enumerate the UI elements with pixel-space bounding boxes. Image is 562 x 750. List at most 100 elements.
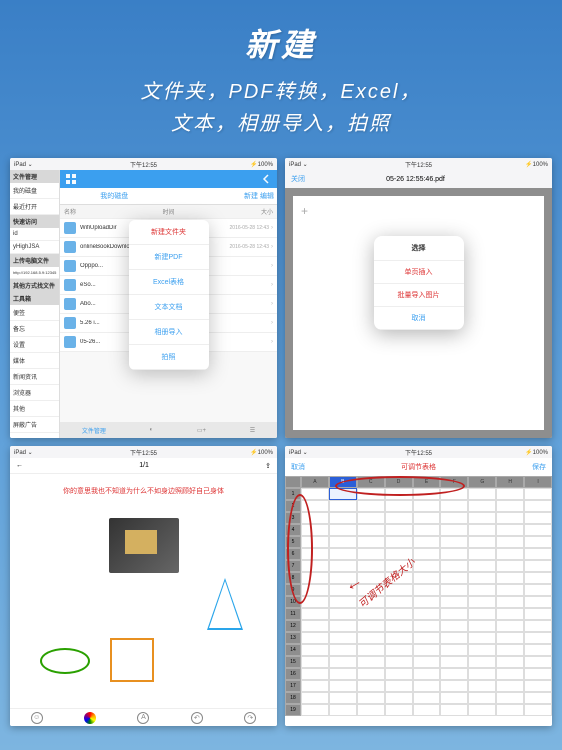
cell[interactable] (524, 620, 552, 632)
cell[interactable] (413, 500, 441, 512)
cell[interactable] (468, 500, 496, 512)
row-header[interactable]: 6 (285, 548, 301, 560)
cell[interactable] (524, 680, 552, 692)
cell[interactable] (357, 668, 385, 680)
cell[interactable] (496, 656, 524, 668)
cell[interactable] (385, 560, 413, 572)
cell[interactable] (301, 656, 329, 668)
col-header[interactable]: A (301, 476, 329, 488)
cell[interactable] (496, 524, 524, 536)
cell[interactable] (440, 500, 468, 512)
row-header[interactable]: 15 (285, 656, 301, 668)
tab-actions[interactable]: 新建 编辑 (169, 188, 278, 204)
col-header[interactable]: C (357, 476, 385, 488)
cell[interactable] (524, 632, 552, 644)
cell[interactable] (329, 512, 357, 524)
cell[interactable] (385, 536, 413, 548)
cell[interactable] (385, 692, 413, 704)
cell[interactable] (440, 644, 468, 656)
smile-icon[interactable]: ☺ (31, 712, 43, 724)
grid-icon[interactable] (66, 174, 76, 184)
cell[interactable] (385, 644, 413, 656)
cell[interactable] (385, 596, 413, 608)
cell[interactable] (329, 488, 357, 500)
row-header[interactable]: 18 (285, 692, 301, 704)
cell[interactable] (440, 668, 468, 680)
cell[interactable] (329, 584, 357, 596)
cell[interactable] (413, 524, 441, 536)
cell[interactable] (385, 572, 413, 584)
cell[interactable] (413, 536, 441, 548)
cell[interactable] (385, 608, 413, 620)
row-header[interactable]: 8 (285, 572, 301, 584)
cell[interactable] (468, 644, 496, 656)
cell[interactable] (440, 560, 468, 572)
cell[interactable] (496, 560, 524, 572)
back-icon[interactable] (261, 174, 271, 184)
col-header[interactable]: F (440, 476, 468, 488)
cell[interactable] (301, 524, 329, 536)
cell[interactable] (524, 512, 552, 524)
cell[interactable] (385, 704, 413, 716)
cell[interactable] (329, 668, 357, 680)
cell[interactable] (385, 524, 413, 536)
cell[interactable] (496, 584, 524, 596)
cell[interactable] (524, 704, 552, 716)
cell[interactable] (413, 656, 441, 668)
cell[interactable] (413, 680, 441, 692)
cell[interactable] (468, 608, 496, 620)
row-header[interactable]: 2 (285, 500, 301, 512)
cell[interactable] (440, 680, 468, 692)
cell[interactable] (440, 596, 468, 608)
cell[interactable] (301, 644, 329, 656)
cell[interactable] (301, 704, 329, 716)
share-icon[interactable]: ⇪ (265, 462, 271, 470)
row-header[interactable]: 7 (285, 560, 301, 572)
cell[interactable] (413, 692, 441, 704)
cell[interactable] (413, 644, 441, 656)
cell[interactable] (357, 656, 385, 668)
cell[interactable] (524, 608, 552, 620)
cell[interactable] (496, 608, 524, 620)
text-icon[interactable]: A (137, 712, 149, 724)
cell[interactable] (468, 488, 496, 500)
cell[interactable] (413, 488, 441, 500)
cell[interactable] (440, 620, 468, 632)
row-header[interactable]: 17 (285, 680, 301, 692)
cell[interactable] (468, 536, 496, 548)
cell[interactable] (329, 680, 357, 692)
tab-icon[interactable]: ▭+ (197, 427, 206, 434)
cell[interactable] (329, 536, 357, 548)
cell[interactable] (301, 560, 329, 572)
cell[interactable] (468, 596, 496, 608)
row-header[interactable]: 19 (285, 704, 301, 716)
cell[interactable] (385, 488, 413, 500)
cell[interactable] (329, 500, 357, 512)
cell[interactable] (468, 692, 496, 704)
cell[interactable] (301, 536, 329, 548)
cell[interactable] (524, 548, 552, 560)
cell[interactable] (329, 560, 357, 572)
cell[interactable] (496, 668, 524, 680)
row-header[interactable]: 3 (285, 512, 301, 524)
cell[interactable] (440, 512, 468, 524)
cell[interactable] (385, 620, 413, 632)
cell[interactable] (357, 488, 385, 500)
cell[interactable] (468, 560, 496, 572)
cell[interactable] (496, 704, 524, 716)
cell[interactable] (385, 656, 413, 668)
popup-text[interactable]: 文本文档 (129, 295, 209, 320)
cell[interactable] (496, 572, 524, 584)
cell[interactable] (440, 632, 468, 644)
popup-single[interactable]: 单页插入 (374, 261, 464, 284)
cell[interactable] (301, 608, 329, 620)
cell[interactable] (301, 692, 329, 704)
cell[interactable] (329, 632, 357, 644)
cell[interactable] (357, 644, 385, 656)
sidebar-item[interactable]: 我的磁盘 (10, 183, 59, 199)
col-header[interactable]: H (496, 476, 524, 488)
cell[interactable] (496, 500, 524, 512)
cell[interactable] (301, 596, 329, 608)
cell[interactable] (329, 656, 357, 668)
cell[interactable] (301, 548, 329, 560)
